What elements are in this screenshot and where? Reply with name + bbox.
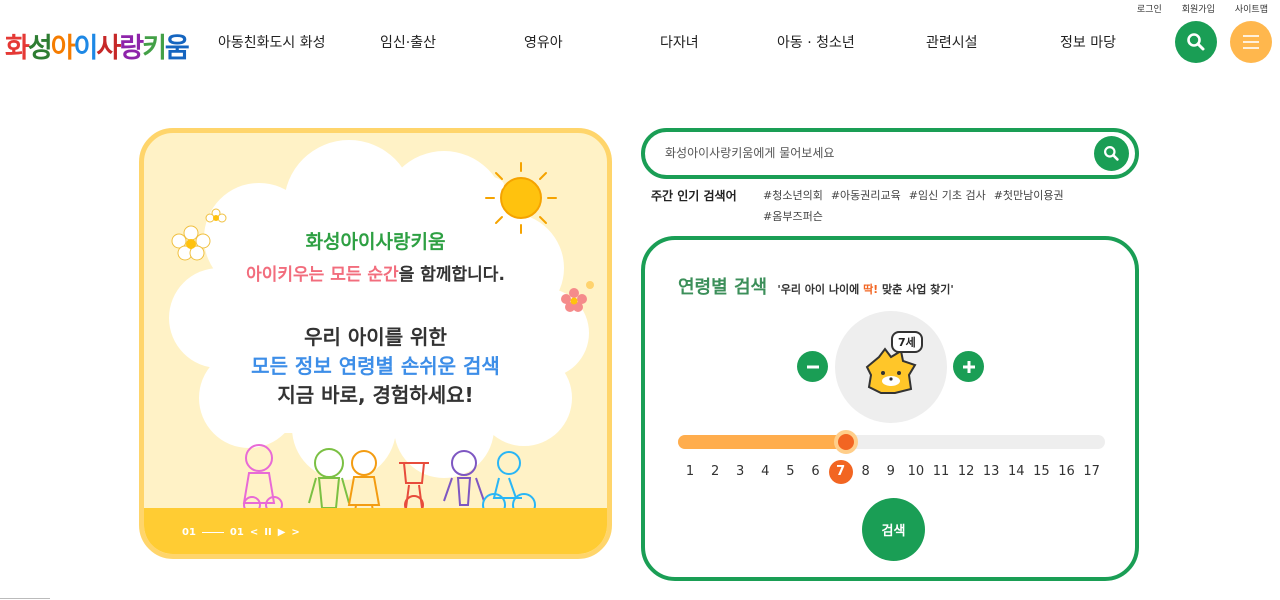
popular-tag[interactable]: #첫만남이용권 bbox=[994, 187, 1064, 203]
character-icon bbox=[865, 347, 917, 394]
hamburger-menu-icon bbox=[1243, 35, 1259, 49]
play-icon[interactable]: ▶ bbox=[278, 527, 286, 538]
banner-text: 화성아이사랑키움 아이키우는 모든 순간을 함께합니다. 우리 아이를 위한 모… bbox=[144, 227, 607, 410]
age-search-title: 연령별 검색 '우리 아이 나이에 딱! 맞춘 사업 찾기' bbox=[678, 277, 954, 298]
prev-arrow-icon[interactable]: < bbox=[250, 527, 258, 538]
age-option-9[interactable]: 9 bbox=[879, 460, 903, 484]
main-nav: 아동친화도시 화성 임신·출산 영유아 다자녀 아동 · 청소년 관련시설 정보… bbox=[0, 32, 1280, 52]
age-option-8[interactable]: 8 bbox=[854, 460, 878, 484]
nav-item-infant[interactable]: 영유아 bbox=[524, 32, 563, 52]
age-option-1[interactable]: 1 bbox=[678, 460, 702, 484]
ai-search-box bbox=[641, 128, 1139, 179]
pager-total: 01 bbox=[229, 527, 244, 538]
age-option-12[interactable]: 12 bbox=[954, 460, 978, 484]
main-banner: 화성아이사랑키움 아이키우는 모든 순간을 함께합니다. 우리 아이를 위한 모… bbox=[139, 128, 612, 559]
plus-icon bbox=[962, 360, 975, 373]
age-option-11[interactable]: 11 bbox=[929, 460, 953, 484]
search-icon bbox=[1187, 33, 1205, 51]
age-search-submit-button[interactable]: 검색 bbox=[862, 498, 925, 561]
join-link[interactable]: 회원가입 bbox=[1182, 2, 1215, 15]
banner-subtitle: 아이키우는 모든 순간을 함께합니다. bbox=[246, 265, 505, 285]
next-arrow-icon[interactable]: > bbox=[291, 527, 299, 538]
age-option-17[interactable]: 17 bbox=[1080, 460, 1104, 484]
nav-item-pregnancy[interactable]: 임신·출산 bbox=[380, 32, 436, 52]
age-option-7[interactable]: 7 bbox=[828, 460, 853, 484]
age-option-6[interactable]: 6 bbox=[804, 460, 828, 484]
nav-item-child-friendly-city[interactable]: 아동친화도시 화성 bbox=[218, 32, 326, 52]
age-option-3[interactable]: 3 bbox=[728, 460, 752, 484]
age-bubble: 7세 bbox=[891, 331, 923, 353]
utility-links: 로그인 회원가입 사이트맵 bbox=[1137, 2, 1268, 15]
pager-divider bbox=[201, 532, 224, 533]
age-slider[interactable] bbox=[678, 430, 1105, 454]
age-option-10[interactable]: 10 bbox=[904, 460, 928, 484]
minus-icon bbox=[806, 365, 819, 368]
pager-current: 01 bbox=[182, 527, 196, 538]
pause-icon[interactable]: II bbox=[264, 527, 271, 538]
age-option-2[interactable]: 2 bbox=[703, 460, 727, 484]
popular-tag[interactable]: #옴부즈퍼슨 bbox=[763, 208, 823, 224]
age-option-5[interactable]: 5 bbox=[778, 460, 802, 484]
header-search-button[interactable] bbox=[1175, 21, 1217, 63]
age-avatar bbox=[835, 311, 947, 423]
sitemap-link[interactable]: 사이트맵 bbox=[1235, 2, 1268, 15]
nav-item-info[interactable]: 정보 마당 bbox=[1060, 32, 1116, 52]
divider bbox=[0, 598, 50, 599]
age-option-16[interactable]: 16 bbox=[1055, 460, 1079, 484]
popular-tag[interactable]: #아동권리교육 bbox=[831, 187, 901, 203]
popular-keywords-label: 주간 인기 검색어 bbox=[651, 189, 737, 203]
banner-title: 화성아이사랑키움 bbox=[305, 231, 446, 253]
header-menu-button[interactable] bbox=[1230, 21, 1272, 63]
age-decrease-button[interactable] bbox=[797, 351, 828, 382]
nav-item-multichild[interactable]: 다자녀 bbox=[660, 32, 699, 52]
age-option-15[interactable]: 15 bbox=[1029, 460, 1053, 484]
age-option-14[interactable]: 14 bbox=[1004, 460, 1028, 484]
age-slider-thumb[interactable] bbox=[833, 430, 858, 454]
popular-keywords: #청소년의회 #아동권리교육 #임신 기초 검사 #첫만남이용권 #옴부즈퍼슨 bbox=[763, 187, 1103, 224]
popular-tag[interactable]: #청소년의회 bbox=[763, 187, 823, 203]
popular-tag[interactable]: #임신 기초 검사 bbox=[909, 187, 986, 203]
age-option-13[interactable]: 13 bbox=[979, 460, 1003, 484]
search-submit-button[interactable] bbox=[1094, 136, 1129, 171]
banner-footer: 01 01 < II ▶ > bbox=[144, 508, 607, 554]
search-input[interactable] bbox=[665, 142, 1065, 164]
age-option-4[interactable]: 4 bbox=[753, 460, 777, 484]
age-slider-fill bbox=[678, 435, 846, 449]
banner-message: 우리 아이를 위한 모든 정보 연령별 손쉬운 검색 지금 바로, 경험하세요! bbox=[251, 325, 500, 407]
age-increase-button[interactable] bbox=[953, 351, 984, 382]
login-link[interactable]: 로그인 bbox=[1137, 2, 1162, 15]
search-icon bbox=[1104, 146, 1119, 161]
banner-pager: 01 01 < II ▶ > bbox=[182, 527, 300, 538]
age-search-panel: 연령별 검색 '우리 아이 나이에 딱! 맞춘 사업 찾기' 7세 123456… bbox=[641, 236, 1139, 581]
nav-item-youth[interactable]: 아동 · 청소년 bbox=[777, 32, 855, 52]
nav-item-facilities[interactable]: 관련시설 bbox=[926, 32, 978, 52]
